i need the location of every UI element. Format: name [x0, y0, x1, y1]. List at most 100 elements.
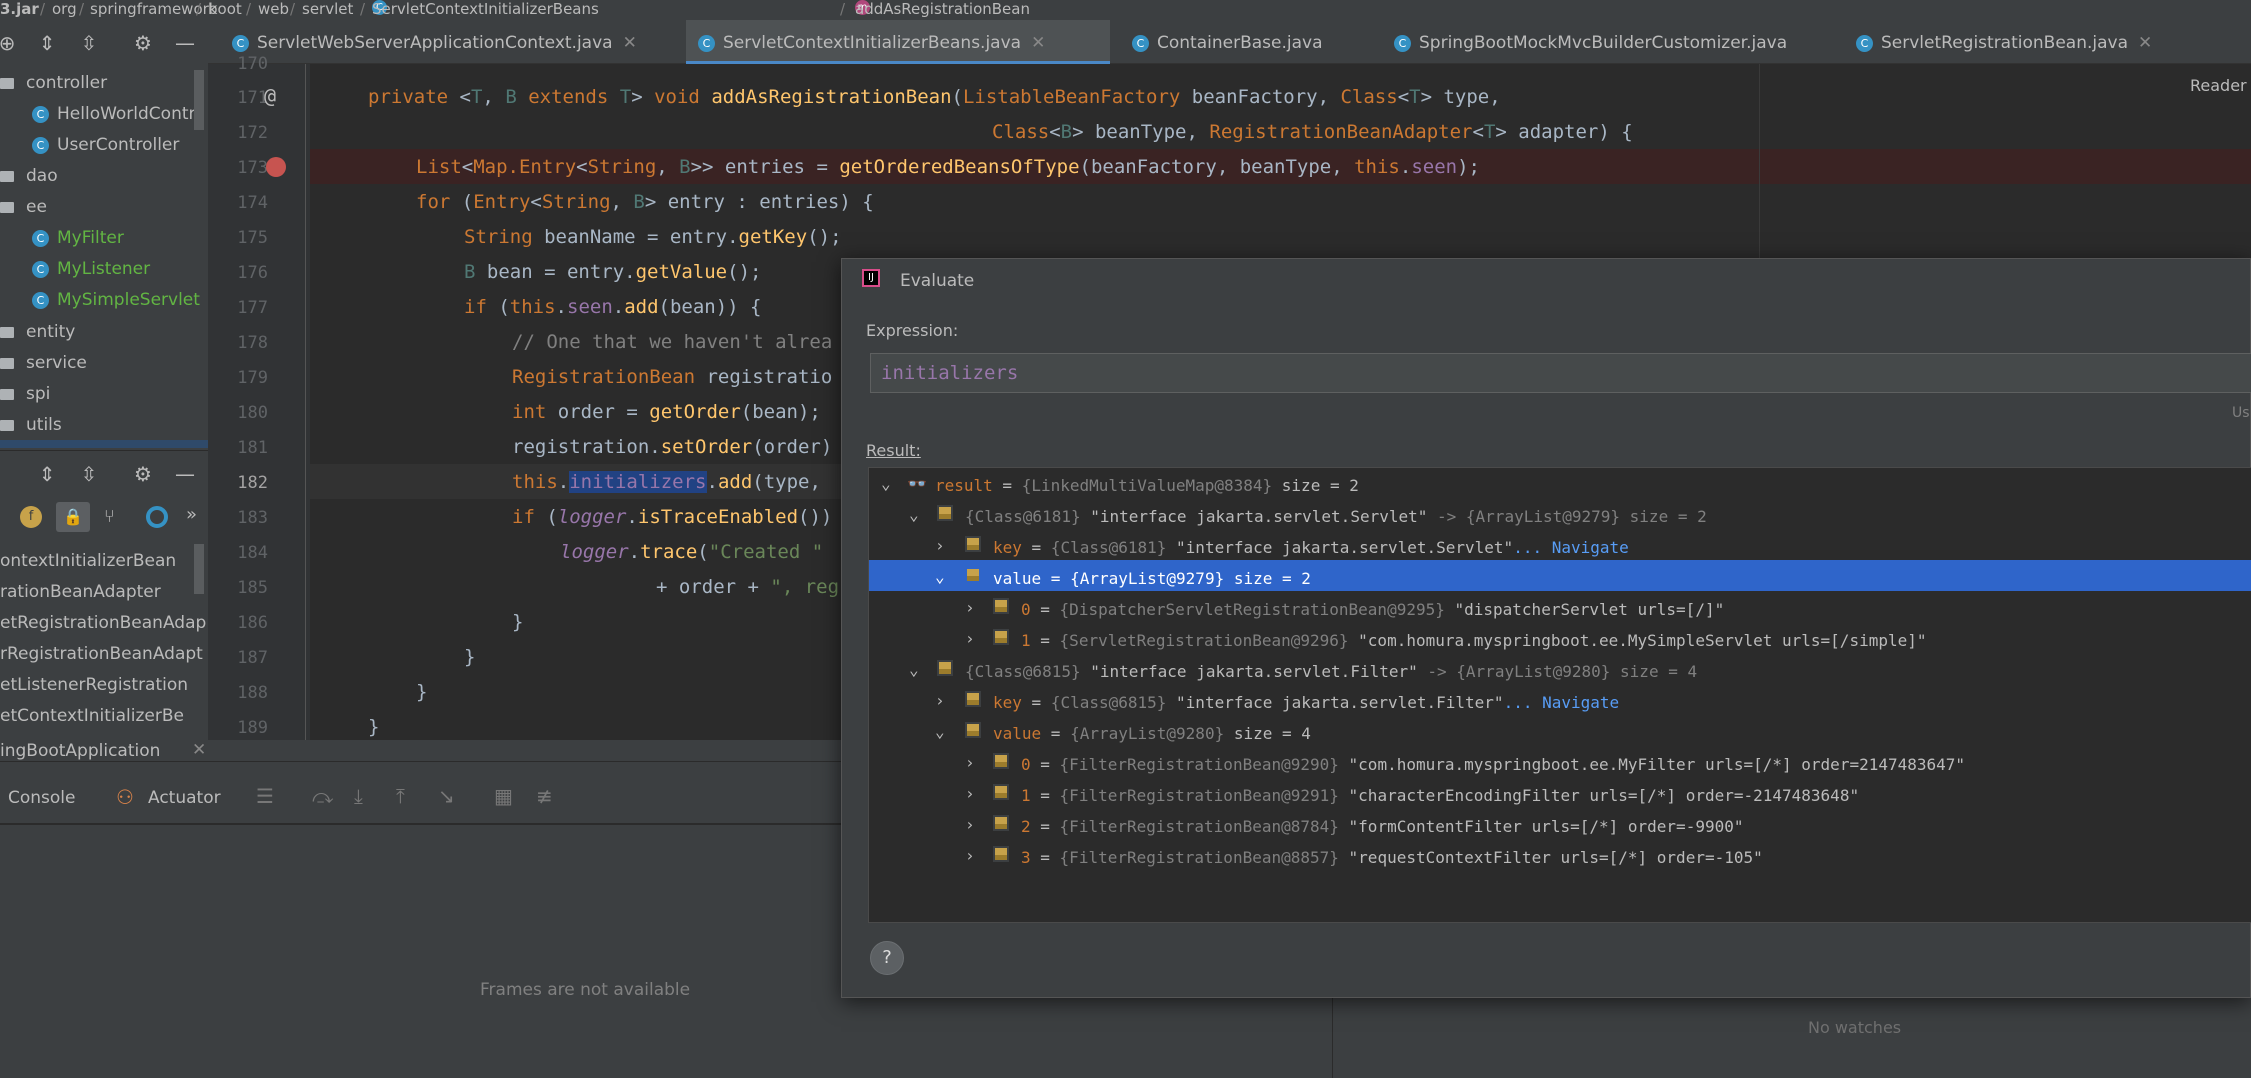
actuator-tab[interactable]: Actuator: [148, 788, 221, 808]
navigate-link[interactable]: ... Navigate: [1513, 538, 1629, 557]
gear-icon[interactable]: ⚙: [132, 463, 154, 485]
inherited-icon[interactable]: [146, 506, 168, 528]
line-number: 182: [237, 473, 268, 493]
tab-container-base[interactable]: C ContainerBase.java: [1120, 20, 1382, 64]
structure-item[interactable]: rationBeanAdapter: [0, 577, 161, 608]
field-icon: [965, 722, 981, 742]
list-icon[interactable]: ☰: [256, 784, 274, 808]
line-number: 188: [237, 683, 268, 703]
tree-hscrollbar[interactable]: [0, 440, 208, 448]
class-icon: C: [698, 34, 715, 52]
step-over-icon[interactable]: ⤼: [312, 784, 333, 808]
more-icon[interactable]: »: [186, 504, 197, 525]
breadcrumb-item[interactable]: 3.jar: [0, 0, 39, 18]
console-tab[interactable]: Console: [8, 788, 76, 808]
chevron-down-icon[interactable]: ⌄: [909, 660, 919, 679]
navigate-link[interactable]: ... Navigate: [1504, 693, 1620, 712]
class-icon: C: [32, 260, 49, 278]
tree-folder-utils[interactable]: utils: [0, 410, 62, 440]
folder-icon: [0, 77, 14, 89]
dialog-titlebar[interactable]: IJ Evaluate: [842, 259, 2251, 301]
tree-folder-service[interactable]: service: [0, 348, 87, 378]
trace-icon[interactable]: ≢: [536, 784, 553, 808]
breadcrumb-item[interactable]: boot: [208, 0, 242, 18]
chevron-right-icon[interactable]: ›: [965, 753, 975, 772]
run-to-cursor-icon[interactable]: ↘: [438, 784, 455, 808]
reader-mode-toggle[interactable]: Reader: [2190, 76, 2247, 95]
class-icon: C: [232, 34, 249, 52]
structure-item[interactable]: rRegistrationBeanAdapt: [0, 639, 203, 670]
breadcrumb-item[interactable]: servlet: [302, 0, 353, 18]
chevron-right-icon[interactable]: ›: [935, 691, 945, 710]
structure-scrollbar[interactable]: [194, 544, 204, 594]
close-icon[interactable]: ✕: [623, 33, 637, 53]
close-icon[interactable]: ✕: [2138, 33, 2152, 53]
breadcrumb: 3.jar / org / springframework / boot / w…: [0, 0, 2251, 20]
tree-folder-ee[interactable]: ee: [0, 192, 47, 222]
folder-icon: [0, 170, 14, 182]
run-config-tab[interactable]: ingBootApplication: [0, 741, 160, 761]
tree-folder-dao[interactable]: dao: [0, 161, 58, 191]
close-icon[interactable]: ✕: [192, 740, 206, 760]
field-filter-icon[interactable]: f: [20, 506, 42, 528]
structure-item[interactable]: etContextInitializerBe: [0, 701, 184, 732]
result-tree[interactable]: ⌄ 👓 result = {LinkedMultiValueMap@8384} …: [868, 467, 2251, 923]
chevron-right-icon[interactable]: ›: [965, 784, 975, 803]
tree-class[interactable]: C UserController: [32, 130, 179, 160]
chevron-right-icon[interactable]: ›: [965, 629, 975, 648]
class-icon: C: [32, 229, 49, 247]
chevron-right-icon[interactable]: ›: [965, 815, 975, 834]
help-button[interactable]: ?: [870, 941, 904, 975]
structure-item[interactable]: etRegistrationBeanAdap: [0, 608, 206, 639]
intellij-logo-icon: IJ: [862, 269, 880, 287]
expand-all-icon[interactable]: ⇕: [36, 463, 58, 485]
result-label: Result:: [866, 441, 921, 460]
chevron-down-icon[interactable]: ⌄: [935, 722, 945, 741]
tree-class[interactable]: C MyListener: [32, 254, 150, 284]
breadcrumb-item[interactable]: web: [258, 0, 289, 18]
chevron-right-icon[interactable]: ›: [935, 536, 945, 555]
chevron-right-icon[interactable]: ›: [965, 846, 975, 865]
class-icon: C: [32, 291, 49, 309]
chevron-down-icon[interactable]: ⌄: [881, 474, 891, 493]
chevron-right-icon[interactable]: ›: [965, 598, 975, 617]
locate-icon[interactable]: ⊕: [0, 32, 18, 54]
chevron-down-icon[interactable]: ⌄: [935, 567, 945, 586]
folder-icon: [0, 388, 14, 400]
code-line: for (Entry<String, B> entry : entries) {: [416, 191, 874, 213]
expression-input[interactable]: initializers: [870, 353, 2251, 393]
hierarchy-icon[interactable]: ⑂: [104, 506, 115, 527]
hide-icon[interactable]: —: [174, 32, 196, 54]
evaluate-icon[interactable]: ▦: [494, 784, 513, 808]
step-out-icon[interactable]: ⤒: [396, 784, 405, 808]
tree-folder-spi[interactable]: spi: [0, 379, 50, 409]
tree-class[interactable]: C MySimpleServlet: [32, 285, 200, 315]
tab-servlet-web-server-app-context[interactable]: C ServletWebServerApplicationContext.java…: [220, 20, 678, 64]
tree-class[interactable]: C MyFilter: [32, 223, 124, 253]
lock-icon[interactable]: 🔒: [56, 502, 90, 532]
field-icon: [993, 846, 1009, 866]
tree-class[interactable]: C HelloWorldContr: [32, 99, 196, 129]
gear-icon[interactable]: ⚙: [132, 32, 154, 54]
breakpoint-icon[interactable]: [266, 157, 286, 177]
structure-item[interactable]: etListenerRegistration: [0, 670, 188, 701]
collapse-all-icon[interactable]: ⇳: [78, 32, 100, 54]
tab-servlet-context-initializer-beans[interactable]: C ServletContextInitializerBeans.java ✕: [686, 20, 1110, 64]
field-icon: [993, 598, 1009, 618]
tree-folder-controller[interactable]: controller: [0, 68, 107, 98]
breadcrumb-item[interactable]: org: [52, 0, 77, 18]
override-icon[interactable]: @: [264, 84, 276, 108]
expand-all-icon[interactable]: ⇕: [36, 32, 58, 54]
code-line: int order = getOrder(bean);: [512, 401, 821, 423]
close-icon[interactable]: ✕: [1031, 33, 1045, 53]
step-into-icon[interactable]: ⤓: [354, 784, 363, 808]
hide-icon[interactable]: —: [174, 463, 196, 485]
chevron-down-icon[interactable]: ⌄: [909, 505, 919, 524]
editor-tabs: C ServletWebServerApplicationContext.java…: [208, 20, 2251, 64]
collapse-all-icon[interactable]: ⇳: [78, 463, 100, 485]
tab-servlet-registration-bean[interactable]: C ServletRegistrationBean.java ✕: [1844, 20, 2244, 64]
tree-scrollbar[interactable]: [194, 70, 204, 130]
tree-folder-entity[interactable]: entity: [0, 317, 75, 347]
structure-item[interactable]: ontextInitializerBean: [0, 546, 176, 577]
tab-springboot-mockmvc-customizer[interactable]: C SpringBootMockMvcBuilderCustomizer.java: [1382, 20, 1860, 64]
